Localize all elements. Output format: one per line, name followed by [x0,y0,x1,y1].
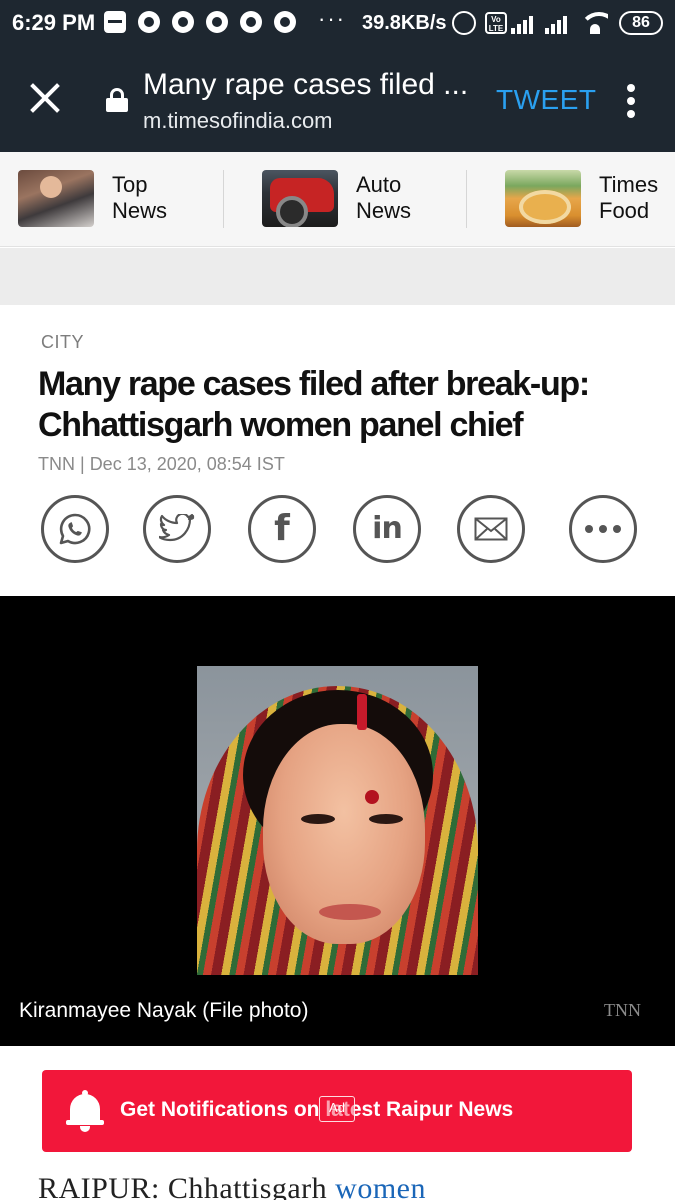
more-icon [585,525,621,533]
chrome-notification-icon [138,11,160,33]
bell-icon [66,1090,104,1132]
category-label: Times Food [599,172,659,223]
page-title: Many rape cases filed ... [143,68,469,101]
category-times-food[interactable]: Times Food [505,170,675,228]
share-bar: f in [0,495,675,567]
page-url: m.timesofindia.com [143,108,333,133]
byline: TNN | Dec 13, 2020, 08:54 IST [38,454,285,474]
share-facebook-button[interactable]: f [248,495,316,563]
chrome-notification-icon [172,11,194,33]
facebook-icon: f [274,508,290,549]
volte-icon: Vo LTE [485,12,507,34]
signal-icon [545,14,567,34]
article-image: Kiranmayee Nayak (File photo) TNN [0,596,675,1046]
category-label: Top News [112,172,168,223]
byline-source: TNN [38,454,75,474]
twitter-icon [159,514,195,542]
top-news-thumbnail [18,170,94,227]
portrait-photo [197,666,478,975]
status-time: 6:29 PM [12,10,96,35]
article-body-link[interactable]: women [335,1172,426,1200]
get-notifications-button[interactable]: Get Notifications on latest Raipur News … [42,1070,632,1152]
category-label: Auto News [356,172,412,223]
lock-icon[interactable] [106,88,128,112]
chrome-notification-icon [206,11,228,33]
alarm-icon [452,11,476,35]
ad-badge[interactable]: Ad [319,1096,355,1122]
article-body-text: RAIPUR: Chhattisgarh [38,1172,336,1200]
browser-toolbar: Many rape cases filed ... m.timesofindia… [0,48,675,152]
notification-icons [104,11,296,33]
share-more-button[interactable] [569,495,637,563]
share-linkedin-button[interactable]: in [353,495,421,563]
article-headline: Many rape cases filed after break-up: Ch… [38,365,590,444]
chrome-notification-icon [240,11,262,33]
article-body: RAIPUR: Chhattisgarh women [38,1172,426,1200]
image-credit: TNN [604,1000,641,1020]
network-speed: 39.8KB/s [362,12,447,34]
notification-label: Get Notifications on latest Raipur News [120,1098,514,1121]
wifi-icon [582,12,608,34]
category-top-news[interactable]: Top News [18,170,208,228]
share-twitter-button[interactable] [143,495,211,563]
linkedin-icon: in [372,511,403,546]
tweet-button[interactable]: TWEET [496,84,597,116]
battery-icon: 86 [619,11,663,35]
category-auto-news[interactable]: Auto News [262,170,452,228]
overflow-menu-icon[interactable] [626,84,636,118]
auto-news-thumbnail [262,170,338,227]
divider [223,170,224,228]
ad-placeholder [0,248,675,305]
image-caption: Kiranmayee Nayak (File photo) [19,999,309,1022]
share-whatsapp-button[interactable] [41,495,109,563]
mail-icon [474,517,508,541]
status-bar: 6:29 PM ··· 39.8KB/s Vo LTE 86 [0,0,675,48]
share-email-button[interactable] [457,495,525,563]
more-notifications-icon: ··· [318,6,346,31]
message-icon [104,11,126,33]
signal-icon [511,14,533,34]
category-strip: Top News Auto News Times Food [0,152,675,247]
times-food-thumbnail [505,170,581,227]
section-label[interactable]: CITY [41,332,84,353]
close-icon[interactable] [28,81,62,115]
whatsapp-icon [59,513,91,545]
chrome-notification-icon [274,11,296,33]
divider [466,170,467,228]
byline-date: Dec 13, 2020, 08:54 IST [89,454,285,474]
